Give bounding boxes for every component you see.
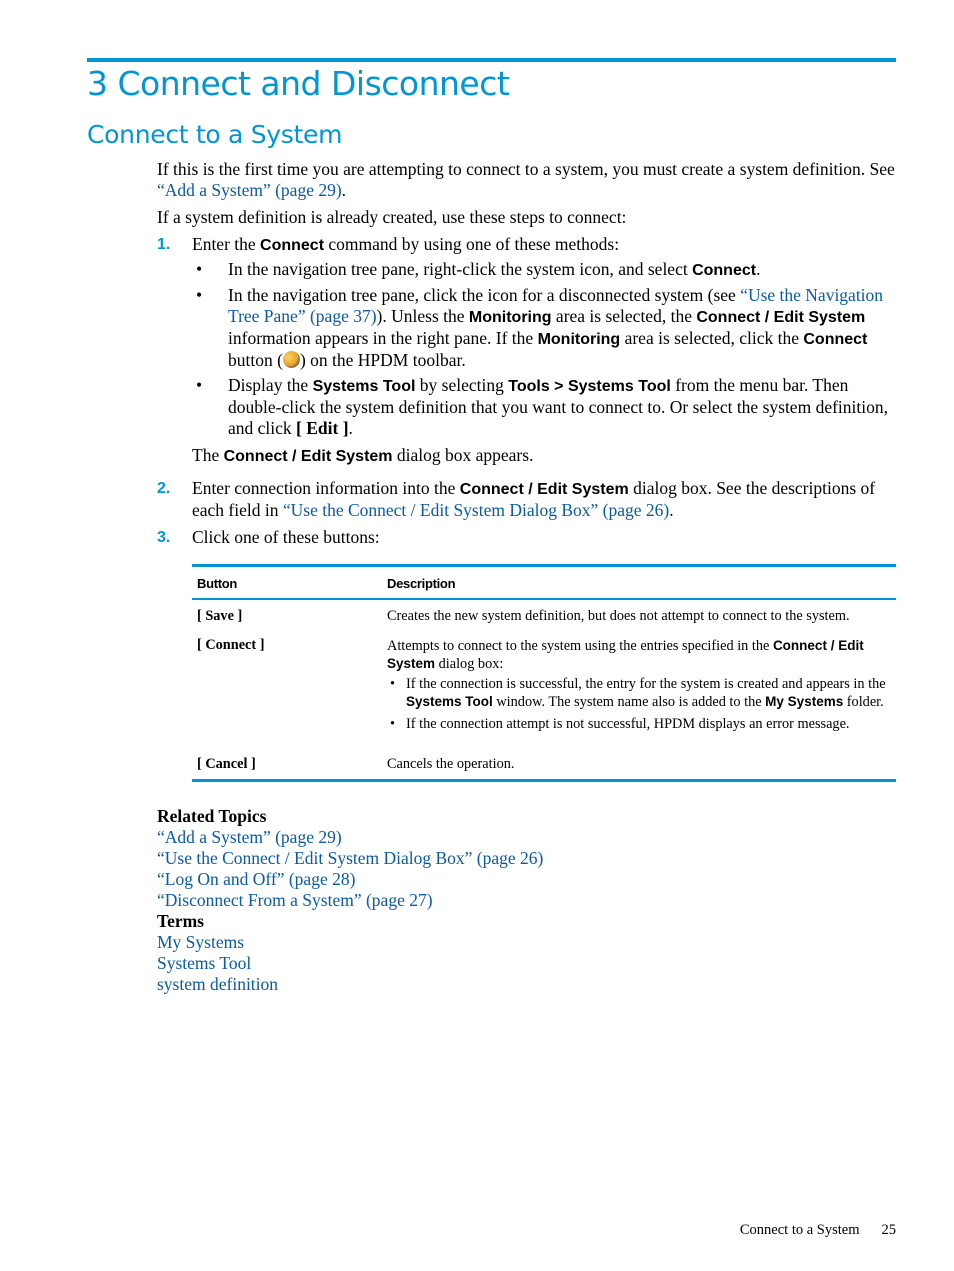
button-name: [ Connect ] [197,637,265,653]
text: Attempts to connect to the system using … [387,638,773,654]
intro-text: If this is the first time you are attemp… [157,159,895,179]
outcome-list: • If the connection is successful, the en… [387,676,891,733]
ui-term: My Systems [765,694,844,709]
table-bottom-rule [192,779,896,782]
link-add-a-system[interactable]: “Add a System” (page 29) [157,180,342,200]
text: Display the [228,375,313,395]
footer-section-title: Connect to a System [739,1222,860,1238]
ui-term: Connect / Edit System [696,309,866,326]
ui-term: Systems Tool [312,378,416,395]
step-3-text: Click one of these buttons: [192,527,380,547]
related-topics: Related Topics “Add a System” (page 29) … [157,806,543,995]
button-description: Cancels the operation. [387,756,515,772]
method-item: • In the navigation tree pane, right-clic… [192,259,897,281]
button-description: Attempts to connect to the system using … [382,631,896,742]
text: . [669,500,674,520]
ui-term: Systems Tool [406,694,493,709]
ui-term: Connect [692,262,757,279]
step-number: 3. [157,529,171,546]
text: button ( [228,350,283,370]
connect-toolbar-icon [282,351,300,368]
related-link[interactable]: “Add a System” (page 29) [157,827,543,848]
intro-paragraph-2: If a system definition is already create… [157,207,627,227]
ui-term: [ Edit ] [296,418,349,438]
bullet: • [390,676,396,692]
text: dialog box appears. [392,445,534,465]
chapter-title: 3 Connect and Disconnect [87,64,510,103]
ui-term: Tools > Systems Tool [508,378,671,395]
outcome-item: • If the connection attempt is not succes… [387,716,891,733]
text: In the navigation tree pane, click the i… [228,285,741,305]
buttons-table: Button Description [ Save ] Creates the … [192,564,896,782]
related-link[interactable]: “Use the Connect / Edit System Dialog Bo… [157,848,543,869]
text: area is selected, click the [620,328,804,348]
method-item: • In the navigation tree pane, click the … [192,285,897,371]
page-number: 25 [881,1222,897,1238]
term-link[interactable]: My Systems [157,932,543,953]
step-2: 2. Enter connection information into the… [157,478,897,521]
text: . [348,418,353,438]
related-link[interactable]: “Log On and Off” (page 28) [157,869,543,890]
text: Enter the [192,234,261,254]
text: by selecting [415,375,509,395]
ui-term: Monitoring [537,331,621,348]
method-item: • Display the Systems Tool by selecting T… [192,375,897,439]
text: . [756,259,761,279]
button-description: Creates the new system definition, but d… [387,608,850,624]
header-button: Button [192,567,382,600]
related-link[interactable]: “Disconnect From a System” (page 27) [157,890,543,911]
command-name: Connect [260,237,325,254]
punct: . [341,180,347,200]
related-topics-heading: Related Topics [157,806,267,826]
ui-term: Connect [803,331,868,348]
text: In the navigation tree pane, right-click… [228,259,693,279]
section-title: Connect to a System [87,120,343,149]
table-row: [ Connect ] Attempts to connect to the s… [192,631,896,742]
text: information appears in the right pane. I… [228,328,538,348]
chapter-rule [87,58,896,62]
term-link[interactable]: Systems Tool [157,953,543,974]
text: Enter connection information into the [192,478,460,498]
ui-term: Connect / Edit System [223,448,393,465]
intro-paragraph-1: If this is the first time you are attemp… [157,159,897,201]
ui-term: Monitoring [468,309,552,326]
text: ) on the HPDM toolbar. [299,350,466,370]
ui-term: Connect / Edit System [459,481,629,498]
table-row: [ Cancel ] Cancels the operation. [192,742,896,779]
step-1: 1. Enter the Connect command by using on… [157,234,897,467]
step-number: 1. [157,236,171,253]
step-1-text: Enter the Connect command by using one o… [192,234,897,256]
text: window. The system name also is added to… [492,694,766,710]
bullet: • [196,375,203,395]
text: If the connection is successful, the ent… [406,676,886,692]
link-connect-edit-dialog[interactable]: “Use the Connect / Edit System Dialog Bo… [283,500,669,520]
method-list: • In the navigation tree pane, right-clic… [192,259,897,439]
text: ). Unless the [376,306,469,326]
text: folder. [843,694,884,710]
step-2-text: Enter connection information into the Co… [192,478,897,521]
text: dialog box: [435,656,504,672]
text: area is selected, the [551,306,697,326]
terms-heading: Terms [157,911,204,931]
table-row: [ Save ] Creates the new system definiti… [192,599,896,631]
bullet: • [196,285,203,305]
page-footer: Connect to a System 25 [740,1222,896,1239]
step-number: 2. [157,480,171,497]
step-1-result: The Connect / Edit System dialog box app… [192,445,897,467]
header-description: Description [382,567,896,600]
term-link[interactable]: system definition [157,974,543,995]
text: The [192,445,224,465]
text: command by using one of these methods: [324,234,620,254]
text: If the connection attempt is not success… [406,716,850,732]
bullet: • [390,716,396,732]
button-name: [ Cancel ] [197,756,256,772]
outcome-item: • If the connection is successful, the en… [387,676,891,711]
bullet: • [196,259,203,279]
button-name: [ Save ] [197,608,243,624]
section-body: If this is the first time you are attemp… [157,159,897,554]
step-3: 3. Click one of these buttons: [157,527,897,548]
table-header-row: Button Description [192,567,896,600]
